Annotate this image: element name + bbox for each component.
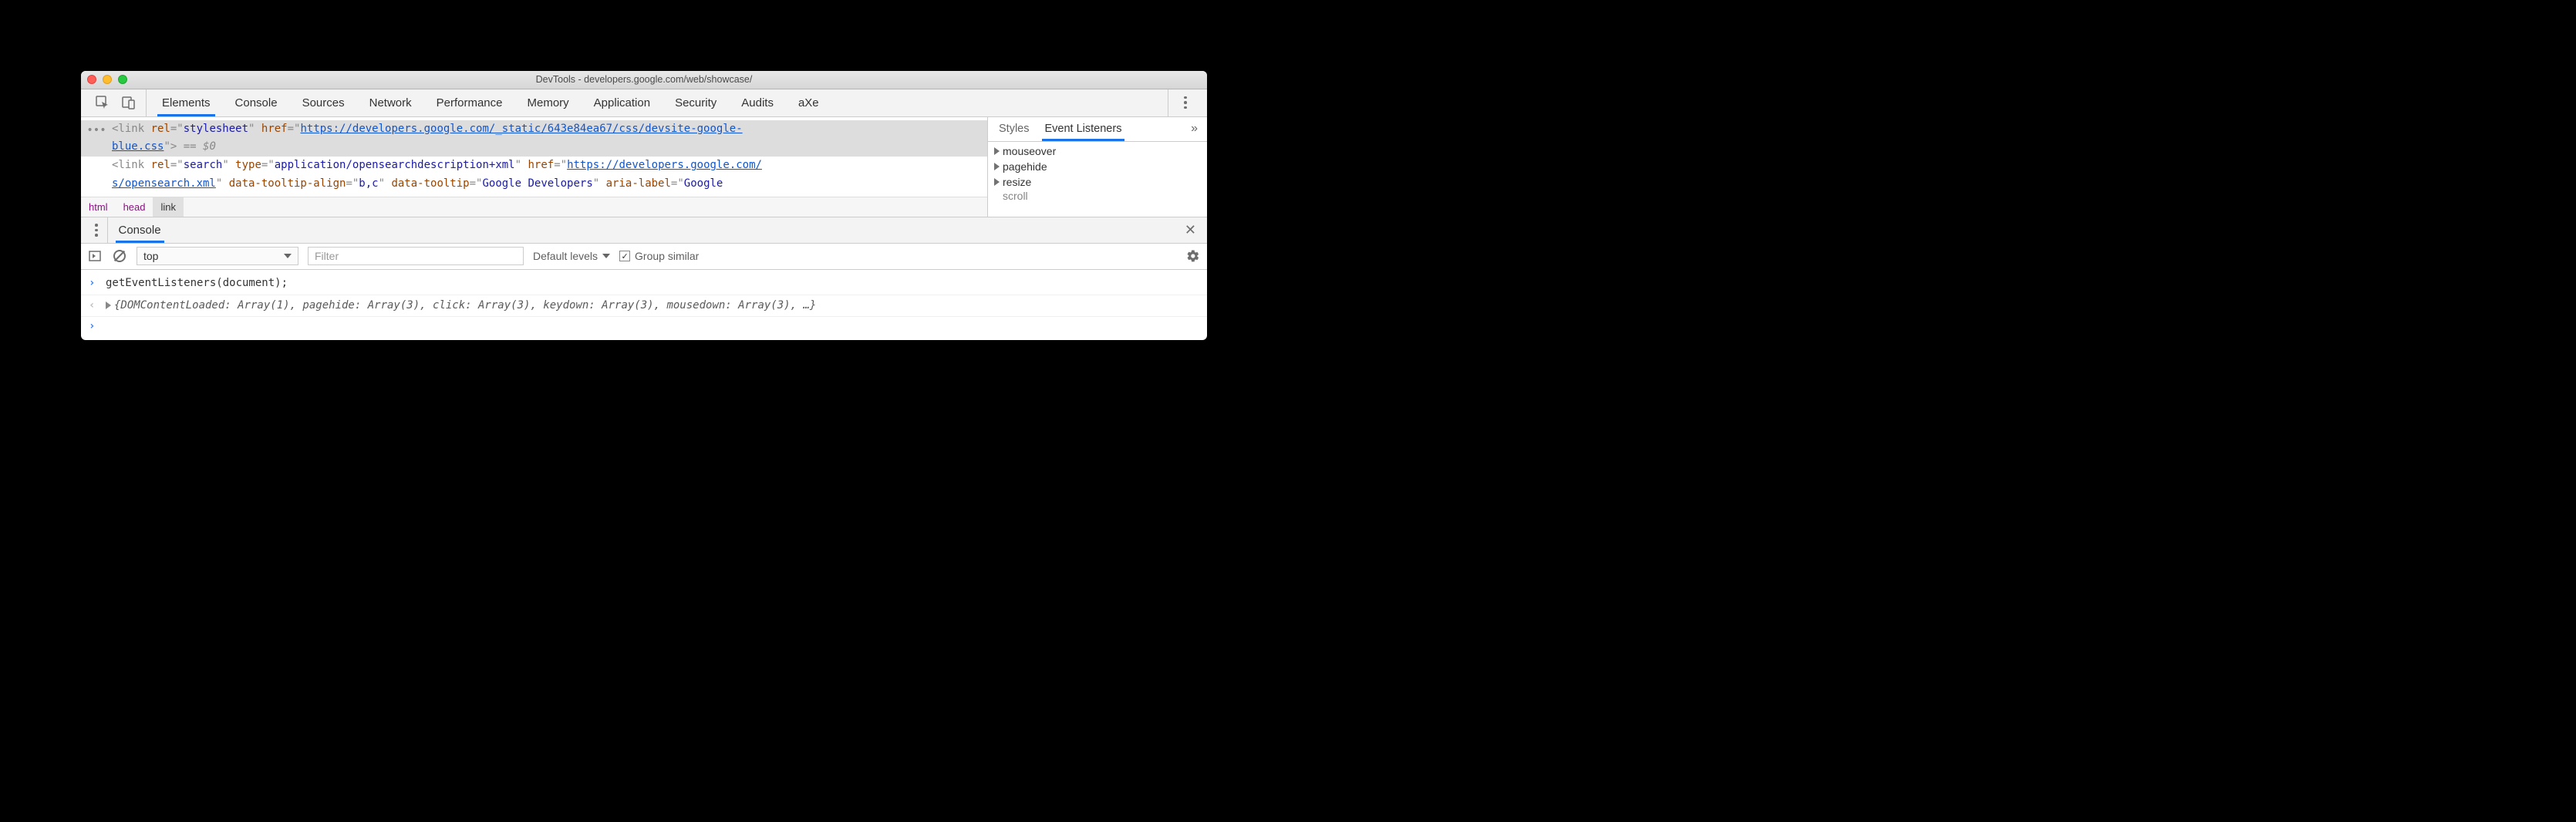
crumb-link[interactable]: link [153, 197, 184, 217]
crumb-head[interactable]: head [116, 197, 153, 217]
dom-tree[interactable]: ••• <link rel="stylesheet" href="https:/… [81, 117, 987, 197]
caret-down-icon [284, 254, 292, 258]
drawer-header: Console ✕ [81, 217, 1207, 244]
styles-sidebar: Styles Event Listeners » mouseover pageh… [987, 117, 1207, 217]
console-input-text: getEventListeners(document); [106, 275, 1199, 293]
listener-resize[interactable]: resize [988, 174, 1207, 190]
zoom-window-button[interactable] [118, 75, 127, 84]
breadcrumb: html head link [81, 197, 987, 217]
console-prompt[interactable]: › [81, 317, 1207, 335]
device-toolbar-icon[interactable] [121, 95, 137, 110]
caret-down-icon [602, 254, 610, 258]
window-title: DevTools - developers.google.com/web/sho… [81, 74, 1207, 85]
prompt-in-icon: › [89, 275, 99, 293]
window-controls [87, 75, 127, 84]
expand-icon [994, 178, 1000, 186]
console-toolbar: top Default levels ✓ Group similar [81, 244, 1207, 270]
tab-axe[interactable]: aXe [786, 89, 831, 116]
console-settings-icon[interactable] [1185, 248, 1201, 264]
clear-console-icon[interactable] [112, 248, 127, 264]
tabbar-left-controls [86, 89, 147, 116]
listener-scroll[interactable]: scroll [988, 188, 1207, 204]
tab-application[interactable]: Application [582, 89, 663, 116]
elements-content: ••• <link rel="stylesheet" href="https:/… [81, 117, 1207, 217]
listener-mouseover[interactable]: mouseover [988, 143, 1207, 159]
filter-input[interactable] [308, 247, 524, 265]
elements-pane: ••• <link rel="stylesheet" href="https:/… [81, 117, 987, 217]
sidebar-tab-event-listeners[interactable]: Event Listeners [1037, 117, 1130, 141]
expand-icon[interactable] [106, 302, 111, 309]
event-listener-list: mouseover pagehide resize scroll [988, 142, 1207, 217]
inspect-element-icon[interactable] [95, 95, 110, 110]
drawer-tab-console[interactable]: Console [108, 217, 172, 243]
expand-icon [994, 147, 1000, 155]
drawer-right: ✕ [1178, 217, 1202, 243]
log-levels-select[interactable]: Default levels [533, 250, 610, 262]
context-value: top [143, 250, 158, 262]
console-sidebar-toggle-icon[interactable] [87, 248, 103, 264]
sidebar-tabs: Styles Event Listeners » [988, 117, 1207, 142]
crumb-html[interactable]: html [81, 197, 116, 217]
minimize-window-button[interactable] [103, 75, 112, 84]
prompt-icon: › [89, 320, 99, 332]
titlebar: DevTools - developers.google.com/web/sho… [81, 71, 1207, 89]
expand-icon [994, 163, 1000, 170]
prompt-out-icon: ‹ [89, 297, 99, 315]
group-similar-label: Group similar [635, 250, 699, 262]
dom-row-selected[interactable]: ••• <link rel="stylesheet" href="https:/… [81, 120, 987, 157]
checkbox-checked-icon: ✓ [619, 251, 630, 261]
tab-sources[interactable]: Sources [290, 89, 357, 116]
sidebar-more-tabs-icon[interactable]: » [1185, 117, 1204, 141]
ellipsis-icon[interactable]: ••• [81, 120, 112, 140]
console-input-line[interactable]: › getEventListeners(document); [81, 273, 1207, 295]
tabbar-right-controls [1168, 89, 1202, 116]
group-similar-toggle[interactable]: ✓ Group similar [619, 250, 699, 262]
sidebar-tab-styles[interactable]: Styles [991, 117, 1037, 141]
tab-memory[interactable]: Memory [515, 89, 582, 116]
tab-audits[interactable]: Audits [729, 89, 786, 116]
tab-elements[interactable]: Elements [150, 89, 223, 116]
dom-row[interactable]: <link rel="search" type="application/ope… [81, 157, 987, 194]
context-select[interactable]: top [137, 247, 298, 265]
tab-performance[interactable]: Performance [424, 89, 515, 116]
console-output-line[interactable]: ‹ {DOMContentLoaded: Array(1), pagehide:… [81, 295, 1207, 318]
main-menu-icon[interactable] [1178, 95, 1193, 110]
listener-pagehide[interactable]: pagehide [988, 159, 1207, 174]
close-drawer-icon[interactable]: ✕ [1185, 222, 1196, 238]
tab-security[interactable]: Security [663, 89, 729, 116]
log-levels-label: Default levels [533, 250, 598, 262]
tab-console[interactable]: Console [223, 89, 290, 116]
console-output: › getEventListeners(document); ‹ {DOMCon… [81, 270, 1207, 341]
close-window-button[interactable] [87, 75, 96, 84]
drawer-menu[interactable] [86, 217, 108, 243]
devtools-window: DevTools - developers.google.com/web/sho… [81, 71, 1207, 341]
drawer-menu-icon [93, 222, 99, 238]
tab-network[interactable]: Network [357, 89, 424, 116]
main-tabbar: Elements Console Sources Network Perform… [81, 89, 1207, 117]
console-output-text: {DOMContentLoaded: Array(1), pagehide: A… [106, 297, 1199, 315]
main-tabs: Elements Console Sources Network Perform… [147, 89, 1168, 116]
